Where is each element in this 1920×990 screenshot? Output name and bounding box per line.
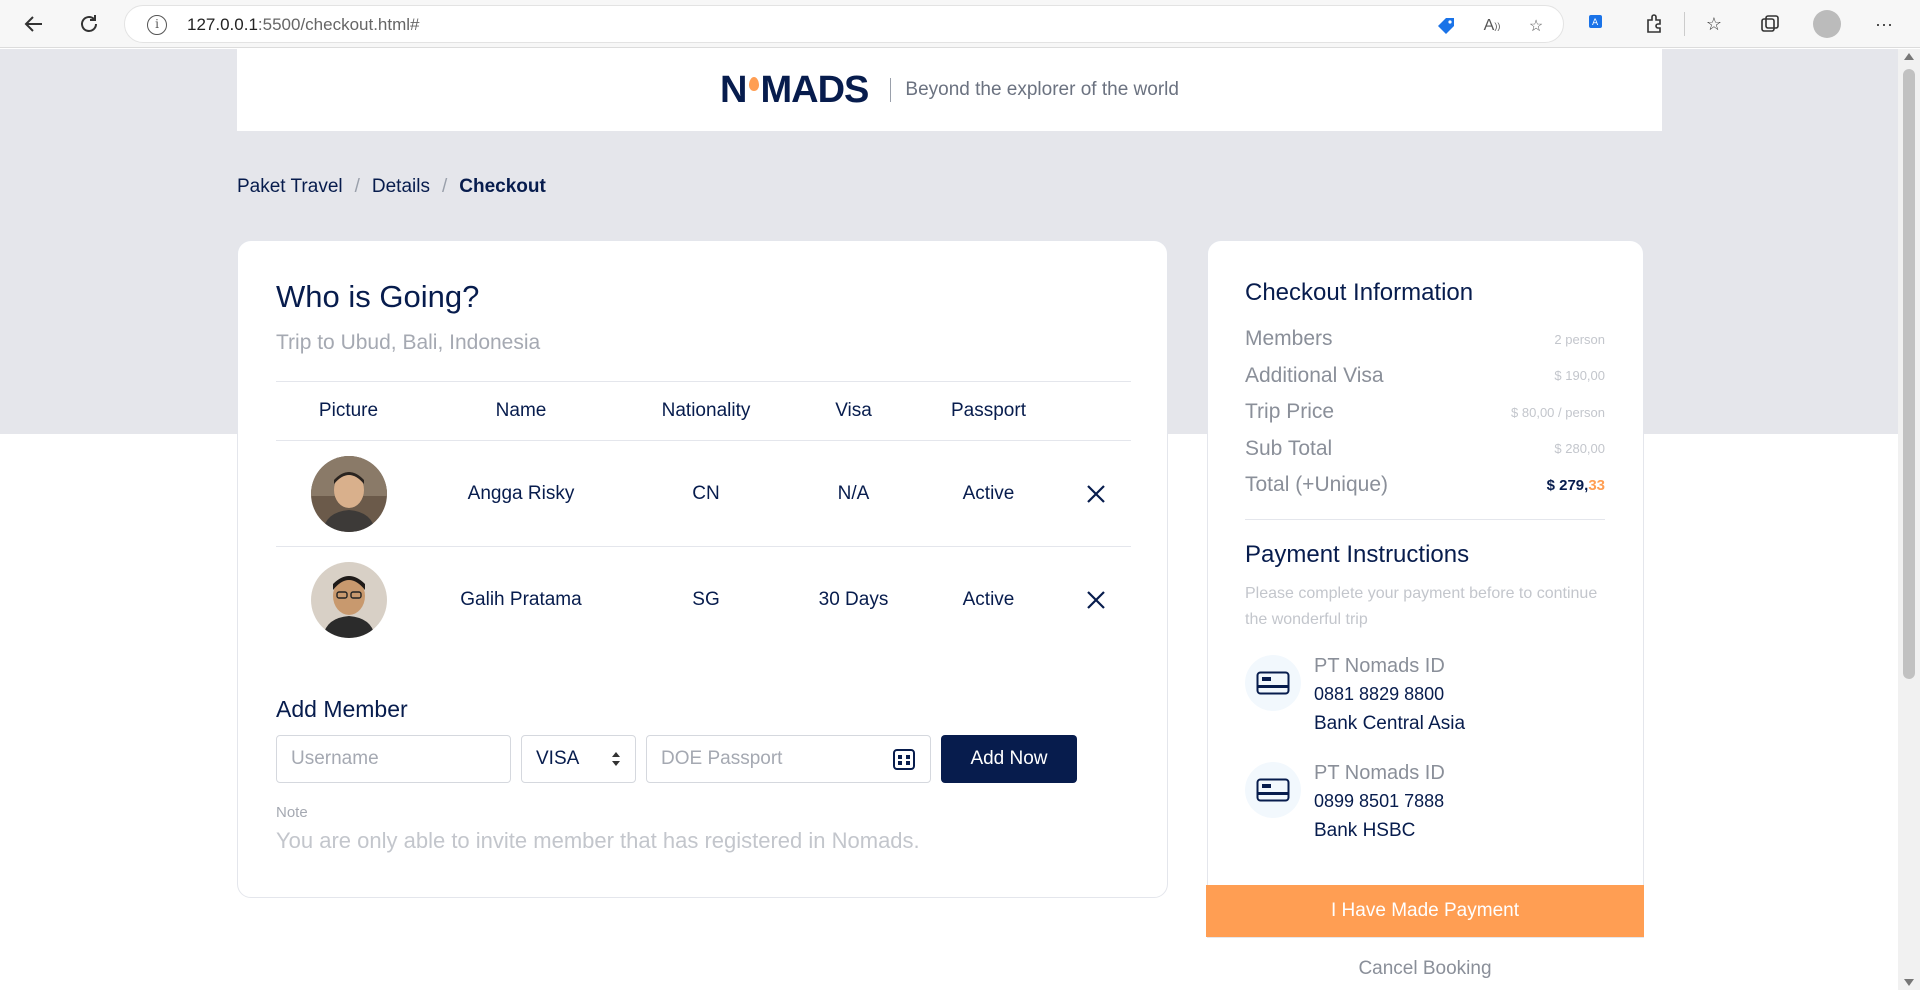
url-text: 127.0.0.1:5500/checkout.html# (187, 15, 420, 34)
breadcrumb-item-paket-travel[interactable]: Paket Travel (237, 176, 343, 198)
members-table: Picture Name Nationality Visa Passport A… (276, 381, 1131, 653)
bank-account-name: PT Nomads ID (1314, 655, 1445, 677)
payment-description: Please complete your payment before to c… (1245, 585, 1598, 628)
member-passport: Active (962, 482, 1015, 504)
close-icon[interactable] (1085, 483, 1107, 505)
username-input[interactable]: Username (276, 735, 511, 783)
member-nationality: CN (692, 482, 720, 504)
column-header-picture: Picture (318, 400, 379, 421)
translate-icon[interactable]: A (1584, 10, 1612, 38)
bank-account-number: 0899 8501 7888 (1314, 791, 1445, 811)
checkout-info-card: Checkout Information Members 2 person Ad… (1207, 240, 1644, 938)
more-menu-icon[interactable]: ··· (1870, 10, 1898, 38)
page-scrollbar[interactable] (1898, 49, 1920, 990)
visa-select[interactable]: VISA (521, 735, 636, 783)
header-divider (890, 78, 892, 102)
column-header-nationality: Nationality (661, 400, 751, 421)
info-row-additional-visa: Additional Visa $ 190,00 (1245, 363, 1605, 387)
extensions-icon[interactable] (1640, 10, 1668, 38)
info-row-sub-total: Sub Total $ 280,00 (1245, 436, 1605, 460)
bank-account-item: PT Nomads ID 0899 8501 7888 Bank HSBC (1245, 762, 1605, 852)
column-header-passport: Passport (951, 400, 1026, 421)
reload-icon[interactable] (73, 8, 105, 40)
bank-account-number: 0881 8829 8800 (1314, 684, 1445, 704)
sidebar-divider (1245, 519, 1605, 520)
breadcrumb-separator: / (354, 176, 360, 197)
add-member-title: Add Member (276, 696, 408, 722)
bank-account-name: PT Nomads ID (1314, 762, 1445, 784)
remove-member-button[interactable] (1061, 589, 1131, 611)
toolbar-separator (1684, 12, 1685, 36)
member-avatar (310, 455, 387, 532)
info-row-members: Members 2 person (1245, 327, 1605, 351)
payment-instructions-title: Payment Instructions (1245, 541, 1470, 568)
total-price: $ 279,33 (1546, 476, 1605, 494)
page-title: Who is Going? (276, 279, 480, 314)
note-text: You are only able to invite member that … (276, 828, 920, 853)
member-passport: Active (962, 589, 1015, 610)
member-avatar (310, 562, 387, 638)
column-header-name: Name (495, 400, 547, 421)
calendar-icon[interactable] (892, 747, 916, 771)
member-visa: N/A (837, 482, 870, 504)
bank-name: Bank Central Asia (1314, 713, 1466, 734)
profile-avatar-icon[interactable] (1813, 10, 1841, 38)
made-payment-button[interactable]: I Have Made Payment (1206, 885, 1644, 937)
trip-subtitle: Trip to Ubud, Bali, Indonesia (276, 331, 541, 354)
site-info-icon[interactable]: i (147, 15, 167, 35)
checkout-info-title: Checkout Information (1245, 279, 1474, 306)
breadcrumb-item-details[interactable]: Details (372, 176, 430, 198)
who-is-going-card: Who is Going? Trip to Ubud, Bali, Indone… (237, 240, 1168, 898)
scroll-down-arrow-icon[interactable] (1904, 979, 1914, 986)
member-nationality: SG (692, 589, 720, 610)
read-aloud-icon[interactable]: A)) (1481, 15, 1503, 37)
scrollbar-thumb[interactable] (1903, 69, 1915, 679)
remove-member-button[interactable] (1061, 483, 1131, 505)
checkout-info-list: Members 2 person Additional Visa $ 190,0… (1245, 321, 1605, 504)
breadcrumb-item-checkout: Checkout (459, 176, 546, 197)
favorites-icon[interactable]: ☆ (1700, 10, 1728, 38)
site-header: N MADS Beyond the explorer of the world (237, 49, 1662, 131)
svg-text:A: A (1592, 18, 1599, 28)
doe-passport-input[interactable]: DOE Passport (646, 735, 931, 783)
shopping-tag-icon[interactable] (1435, 15, 1457, 37)
breadcrumb: Paket Travel / Details / Checkout (237, 176, 546, 198)
table-row: Angga Risky CN N/A Active (276, 441, 1131, 547)
table-header: Picture Name Nationality Visa Passport (276, 381, 1131, 441)
bank-card-icon (1245, 762, 1301, 818)
close-icon[interactable] (1085, 589, 1107, 611)
table-row: Galih Pratama SG 30 Days Active (276, 547, 1131, 653)
header-tagline: Beyond the explorer of the world (905, 79, 1179, 100)
note-label: Note (276, 804, 308, 821)
select-arrows-icon (612, 752, 620, 766)
logo-pin-icon (748, 77, 759, 91)
column-header-visa: Visa (835, 400, 872, 421)
breadcrumb-separator: / (441, 176, 448, 197)
member-name: Galih Pratama (460, 589, 582, 610)
collections-icon[interactable] (1756, 10, 1784, 38)
info-row-trip-price: Trip Price $ 80,00 / person (1245, 400, 1605, 424)
bank-name: Bank HSBC (1314, 820, 1416, 841)
back-icon[interactable] (18, 8, 50, 40)
cancel-booking-link[interactable]: Cancel Booking (1206, 958, 1644, 980)
add-now-button[interactable]: Add Now (941, 735, 1077, 783)
bank-card-icon (1245, 655, 1301, 711)
nomads-logo[interactable]: N MADS (720, 69, 869, 112)
favorite-add-icon[interactable]: ☆ (1525, 15, 1547, 37)
address-bar[interactable]: i 127.0.0.1:5500/checkout.html# A)) ☆ (124, 5, 1564, 43)
scroll-up-arrow-icon[interactable] (1904, 53, 1914, 60)
member-visa: 30 Days (818, 589, 889, 610)
browser-toolbar: i 127.0.0.1:5500/checkout.html# A)) ☆ A … (0, 0, 1920, 48)
bank-account-item: PT Nomads ID 0881 8829 8800 Bank Central… (1245, 655, 1605, 745)
info-row-total: Total (+Unique) $ 279,33 (1245, 473, 1605, 497)
member-name: Angga Risky (467, 482, 575, 504)
